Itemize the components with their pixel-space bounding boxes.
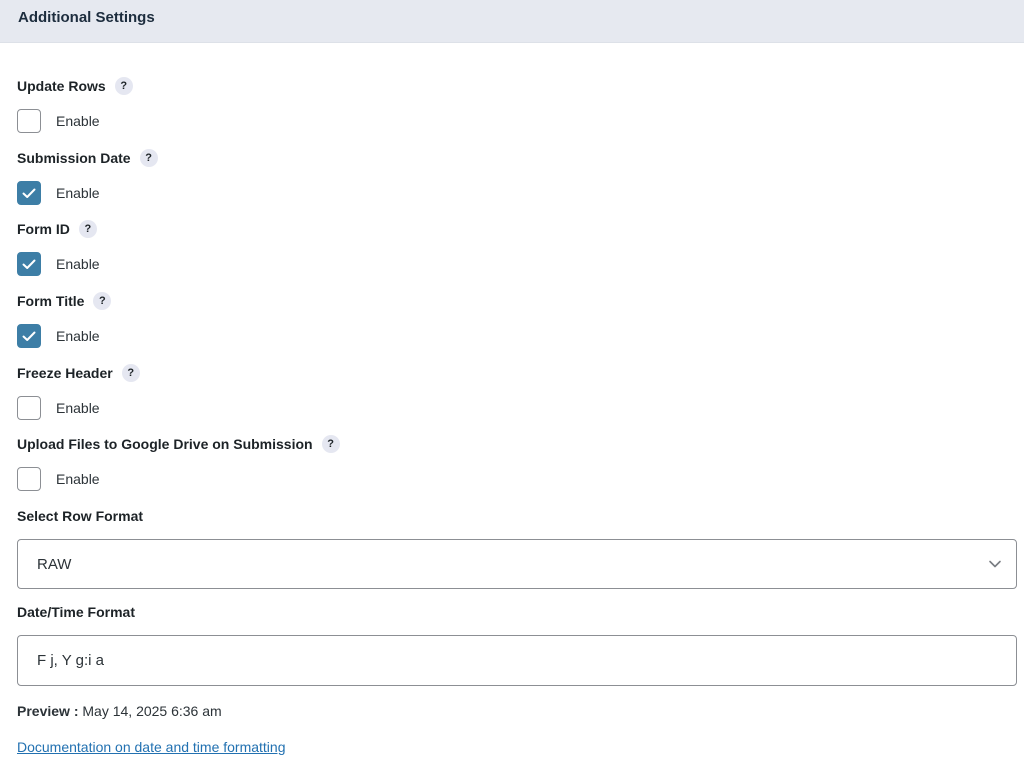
freeze-header-label: Freeze Header ? [17, 363, 140, 383]
form-id-option[interactable]: Enable [17, 251, 100, 277]
upload-files-option[interactable]: Enable [17, 466, 100, 492]
submission-date-help-icon[interactable]: ? [139, 149, 158, 167]
form-title-enable-label: Enable [56, 328, 100, 344]
form-title-help-icon[interactable]: ? [93, 292, 112, 310]
submission-date-option[interactable]: Enable [17, 180, 100, 206]
freeze-header-option[interactable]: Enable [17, 395, 100, 421]
row-format-label: Select Row Format [17, 508, 144, 524]
update-rows-label-text: Update Rows [17, 78, 106, 94]
datetime-preview: Preview : May 14, 2025 6:36 am [17, 703, 222, 719]
submission-date-label: Submission Date ? [17, 148, 158, 168]
submission-date-label-text: Submission Date [17, 150, 131, 166]
row-format-value: RAW [37, 556, 72, 573]
datetime-format-input[interactable] [17, 635, 1017, 686]
checkmark-icon [22, 259, 36, 269]
form-id-label-text: Form ID [17, 221, 70, 237]
form-id-checkbox[interactable] [17, 252, 41, 276]
form-title-label-text: Form Title [17, 293, 85, 309]
submission-date-checkbox[interactable] [17, 181, 41, 205]
datetime-format-label: Date/Time Format [17, 604, 135, 620]
update-rows-label: Update Rows ? [17, 76, 133, 96]
freeze-header-enable-label: Enable [56, 400, 100, 416]
upload-files-label-text: Upload Files to Google Drive on Submissi… [17, 436, 313, 452]
freeze-header-help-icon[interactable]: ? [121, 364, 140, 382]
checkmark-icon [22, 188, 36, 198]
datetime-docs-link[interactable]: Documentation on date and time formattin… [17, 739, 286, 755]
update-rows-checkbox[interactable] [17, 109, 41, 133]
section-header: Additional Settings [0, 0, 1024, 43]
chevron-down-icon [989, 560, 1001, 568]
preview-label: Preview : [17, 703, 79, 719]
form-id-label: Form ID ? [17, 219, 97, 239]
update-rows-help-icon[interactable]: ? [114, 77, 133, 95]
upload-files-label: Upload Files to Google Drive on Submissi… [17, 434, 340, 454]
form-title-label: Form Title ? [17, 291, 112, 311]
form-id-help-icon[interactable]: ? [78, 220, 97, 238]
form-id-enable-label: Enable [56, 256, 100, 272]
form-title-checkbox[interactable] [17, 324, 41, 348]
update-rows-enable-label: Enable [56, 113, 100, 129]
freeze-header-checkbox[interactable] [17, 396, 41, 420]
preview-value: May 14, 2025 6:36 am [78, 703, 222, 719]
freeze-header-label-text: Freeze Header [17, 365, 113, 381]
section-title: Additional Settings [18, 9, 155, 26]
submission-date-enable-label: Enable [56, 185, 100, 201]
row-format-select[interactable]: RAW [17, 539, 1017, 589]
form-title-option[interactable]: Enable [17, 323, 100, 349]
checkmark-icon [22, 331, 36, 341]
upload-files-help-icon[interactable]: ? [321, 435, 340, 453]
update-rows-option[interactable]: Enable [17, 108, 100, 134]
upload-files-enable-label: Enable [56, 471, 100, 487]
upload-files-checkbox[interactable] [17, 467, 41, 491]
